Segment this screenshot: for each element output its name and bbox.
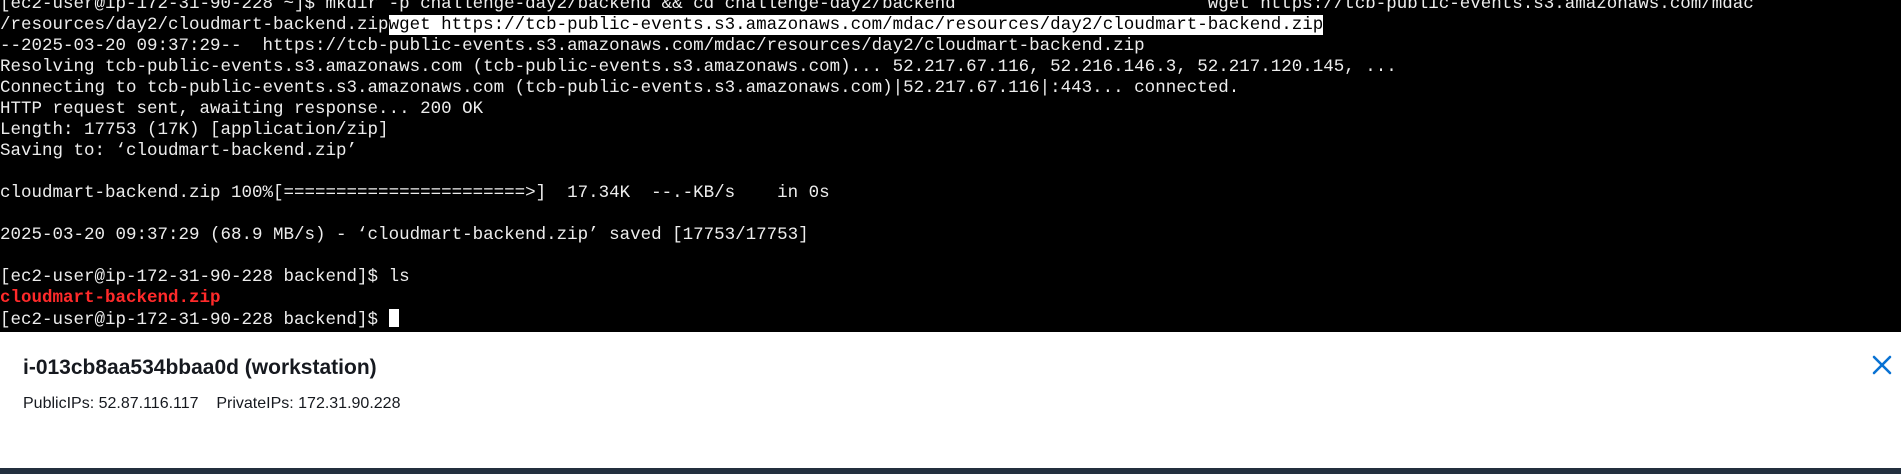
instance-info-panel: i-013cb8aa534bbaa0d (workstation) Public… <box>0 332 1901 468</box>
terminal-line: cloudmart-backend.zip <box>0 288 1901 309</box>
selected-command: wget https://tcb-public-events.s3.amazon… <box>388 15 1324 35</box>
terminal-prompt: [ec2-user@ip-172-31-90-228 backend]$ <box>0 310 389 330</box>
instance-title: i-013cb8aa534bbaa0d (workstation) <box>23 356 377 379</box>
close-icon <box>1872 355 1892 375</box>
terminal-line: 2025-03-20 09:37:29 (68.9 MB/s) - ‘cloud… <box>0 225 809 245</box>
terminal-line: Saving to: ‘cloudmart-backend.zip’ <box>0 141 358 161</box>
terminal-prompt-line[interactable]: [ec2-user@ip-172-31-90-228 backend]$ <box>0 309 1901 330</box>
private-ips-label: PrivateIPs: <box>216 395 294 412</box>
instance-ips: PublicIPs: 52.87.116.117 PrivateIPs: 172… <box>23 395 400 413</box>
ls-output-file: cloudmart-backend.zip <box>0 288 221 308</box>
terminal-line: --2025-03-20 09:37:29-- https://tcb-publ… <box>0 36 1145 56</box>
terminal-line: HTTP request sent, awaiting response... … <box>0 99 484 119</box>
terminal-cursor <box>388 309 399 327</box>
public-ips-label: PublicIPs: <box>23 395 95 412</box>
terminal-line-text: /resources/day2/cloudmart-backend.zip <box>0 15 389 35</box>
bottom-bar <box>0 468 1901 474</box>
public-ips-value: 52.87.116.117 <box>98 395 199 412</box>
close-button[interactable] <box>1869 352 1895 378</box>
terminal-line: Connecting to tcb-public-events.s3.amazo… <box>0 78 1240 98</box>
terminal-line: cloudmart-backend.zip 100%[=============… <box>0 183 830 203</box>
terminal-line: [ec2-user@ip-172-31-90-228 backend]$ ls <box>0 267 410 287</box>
terminal-line: [ec2-user@ip-172-31-90-228 ~]$ mkdir -p … <box>0 0 1754 14</box>
terminal-line: Length: 17753 (17K) [application/zip] <box>0 120 389 140</box>
private-ips-value: 172.31.90.228 <box>298 395 401 412</box>
terminal-output[interactable]: [ec2-user@ip-172-31-90-228 ~]$ mkdir -p … <box>0 0 1901 332</box>
terminal-line: Resolving tcb-public-events.s3.amazonaws… <box>0 57 1397 77</box>
terminal-line: /resources/day2/cloudmart-backend.zipwge… <box>0 15 1901 36</box>
